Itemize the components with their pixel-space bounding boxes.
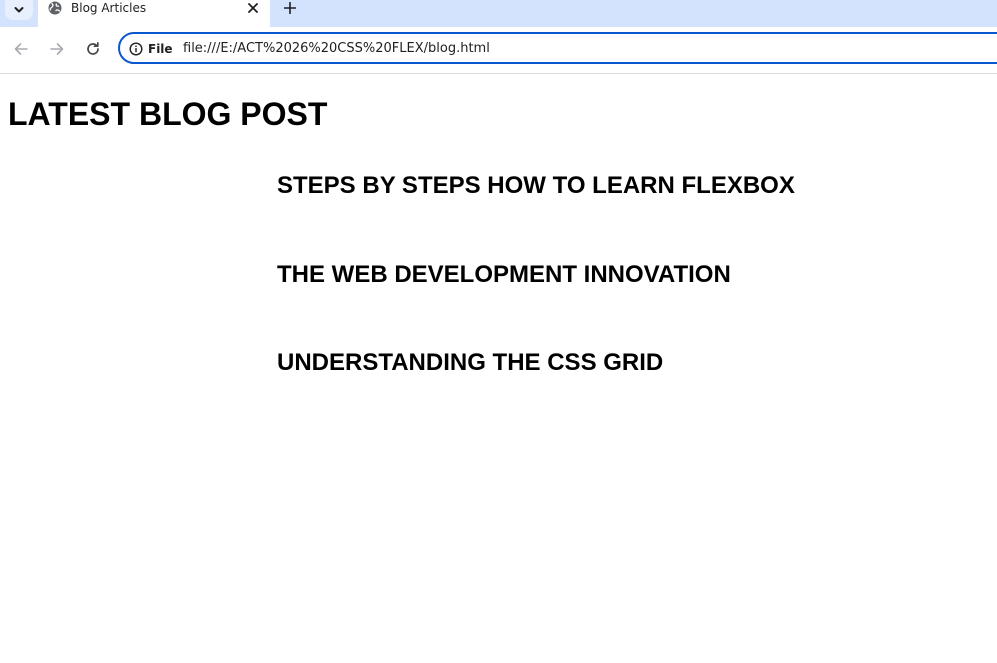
page-title: LATEST BLOG POST <box>8 96 328 132</box>
page-content: LATEST BLOG POST STEPS BY STEPS HOW TO L… <box>0 74 997 663</box>
blog-post-list: STEPS BY STEPS HOW TO LEARN FLEXBOX THE … <box>277 172 795 438</box>
arrow-right-icon <box>50 43 64 55</box>
reload-button[interactable] <box>82 38 104 60</box>
new-tab-button[interactable] <box>280 0 300 16</box>
reload-icon <box>87 41 99 55</box>
tab-search-button[interactable] <box>5 0 33 20</box>
browser-toolbar: File file:///E:/ACT%2026%20CSS%20FLEX/bl… <box>0 27 997 74</box>
blog-post-title: THE WEB DEVELOPMENT INNOVATION <box>277 260 731 288</box>
tab-title: Blog Articles <box>71 1 147 15</box>
back-button[interactable] <box>10 38 32 60</box>
arrow-left-icon <box>14 43 28 55</box>
blog-post-title: UNDERSTANDING THE CSS GRID <box>277 349 664 376</box>
chevron-down-icon <box>14 7 24 13</box>
url-text[interactable]: file:///E:/ACT%2026%20CSS%20FLEX/blog.ht… <box>183 42 490 56</box>
forward-button[interactable] <box>46 38 68 60</box>
close-icon <box>248 3 258 13</box>
site-info-label: File <box>148 42 173 56</box>
address-bar[interactable]: File file:///E:/ACT%2026%20CSS%20FLEX/bl… <box>118 32 997 64</box>
plus-icon <box>284 2 296 14</box>
active-tab[interactable]: Blog Articles <box>38 0 270 27</box>
blog-post-title: STEPS BY STEPS HOW TO LEARN FLEXBOX <box>277 172 795 199</box>
globe-icon <box>48 1 62 15</box>
info-icon <box>129 42 143 56</box>
tab-strip: Blog Articles <box>0 0 997 27</box>
site-info-button[interactable]: File <box>129 40 173 58</box>
tab-close-button[interactable] <box>245 0 261 16</box>
